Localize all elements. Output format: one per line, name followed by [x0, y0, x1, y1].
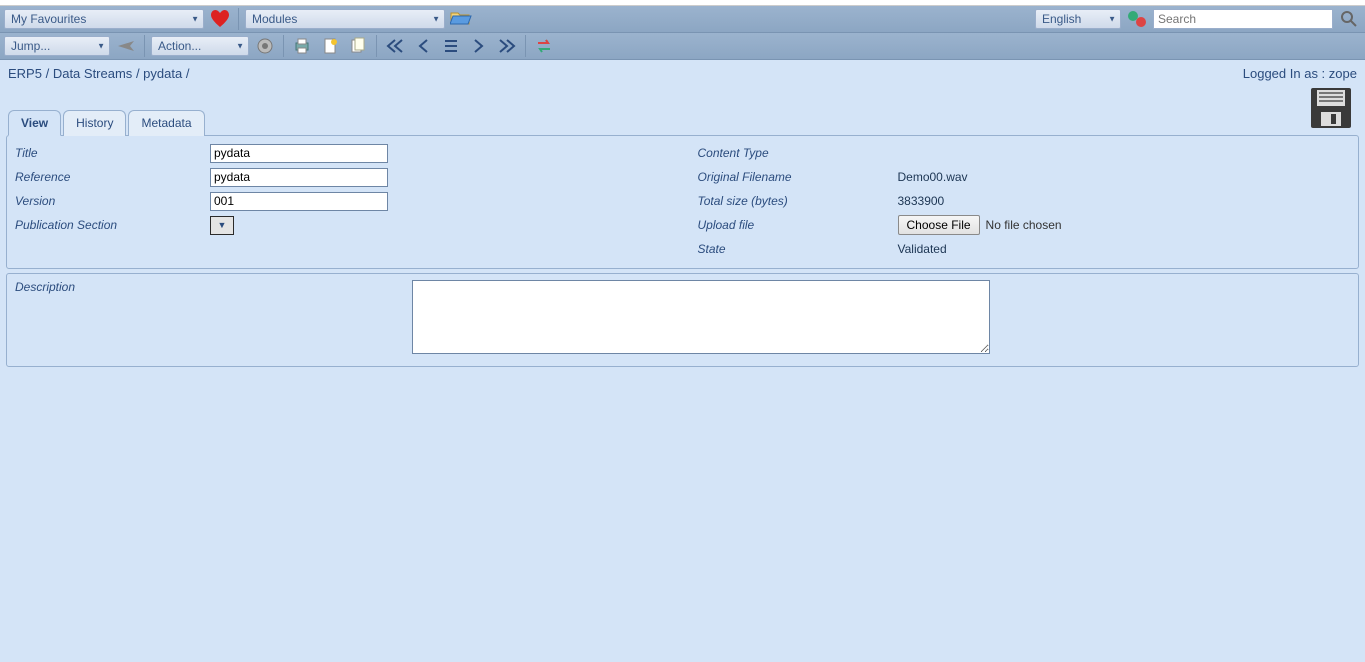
gear-icon[interactable]	[253, 35, 277, 57]
choose-file-button[interactable]: Choose File	[898, 215, 980, 235]
version-input[interactable]	[210, 192, 388, 211]
heart-icon[interactable]	[208, 8, 232, 30]
modules-label: Modules	[252, 12, 297, 26]
copy-doc-icon[interactable]	[346, 35, 370, 57]
reference-input[interactable]	[210, 168, 388, 187]
pubsection-select[interactable]: ▼	[210, 216, 234, 235]
tab-metadata[interactable]: Metadata	[128, 110, 204, 136]
action-select[interactable]: Action...	[151, 36, 249, 56]
title-label: Title	[15, 146, 210, 160]
version-label: Version	[15, 194, 210, 208]
language-label: English	[1042, 12, 1081, 26]
jump-select[interactable]: Jump...	[4, 36, 110, 56]
exchange-icon[interactable]	[532, 35, 556, 57]
action-label: Action...	[158, 39, 201, 53]
new-doc-icon[interactable]	[318, 35, 342, 57]
search-icon[interactable]	[1337, 8, 1361, 30]
logged-in-label: Logged In as : zope	[1243, 66, 1357, 81]
tab-history[interactable]: History	[63, 110, 126, 136]
filename-label: Original Filename	[698, 170, 898, 184]
modules-select[interactable]: Modules	[245, 9, 445, 29]
folder-open-icon[interactable]	[449, 8, 473, 30]
filename-value: Demo00.wav	[898, 170, 968, 184]
file-status: No file chosen	[986, 218, 1062, 232]
tab-view[interactable]: View	[8, 110, 61, 136]
save-button[interactable]	[1309, 86, 1353, 130]
first-icon[interactable]	[383, 35, 407, 57]
breadcrumb: ERP5 / Data Streams / pydata /	[8, 66, 189, 81]
reference-label: Reference	[15, 170, 210, 184]
breadcrumb-module[interactable]: Data Streams	[53, 66, 132, 81]
pubsection-label: Publication Section	[15, 218, 210, 232]
list-icon[interactable]	[439, 35, 463, 57]
title-input[interactable]	[210, 144, 388, 163]
state-label: State	[698, 242, 898, 256]
description-textarea[interactable]	[412, 280, 990, 354]
print-icon[interactable]	[290, 35, 314, 57]
state-value: Validated	[898, 242, 947, 256]
last-icon[interactable]	[495, 35, 519, 57]
prev-icon[interactable]	[411, 35, 435, 57]
content-type-label: Content Type	[698, 146, 898, 160]
search-input[interactable]	[1153, 9, 1333, 29]
plane-icon[interactable]	[114, 35, 138, 57]
language-select[interactable]: English	[1035, 9, 1121, 29]
translate-icon[interactable]	[1125, 8, 1149, 30]
favourites-label: My Favourites	[11, 12, 86, 26]
username: zope	[1329, 66, 1357, 81]
size-value: 3833900	[898, 194, 945, 208]
breadcrumb-item[interactable]: pydata	[143, 66, 182, 81]
breadcrumb-root[interactable]: ERP5	[8, 66, 42, 81]
next-icon[interactable]	[467, 35, 491, 57]
size-label: Total size (bytes)	[698, 194, 898, 208]
upload-label: Upload file	[698, 218, 898, 232]
jump-label: Jump...	[11, 39, 50, 53]
description-label: Description	[15, 280, 412, 354]
favourites-select[interactable]: My Favourites	[4, 9, 204, 29]
